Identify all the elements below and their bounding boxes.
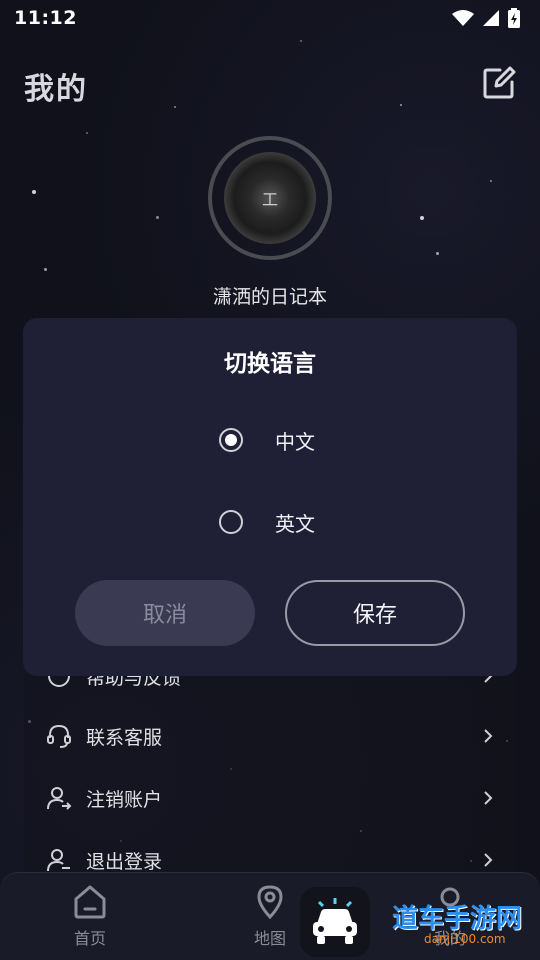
username: 潇洒的日记本 bbox=[212, 286, 327, 308]
menu-item-label: 退出登录 bbox=[86, 850, 163, 873]
dialog-title: 切换语言 bbox=[224, 351, 316, 377]
language-option-english[interactable]: 英文 bbox=[219, 502, 315, 542]
user-logout-icon bbox=[47, 849, 70, 872]
signal-icon bbox=[483, 10, 499, 26]
menu-item-label: 联系客服 bbox=[86, 726, 163, 749]
language-option-label: 英文 bbox=[275, 511, 315, 536]
radio-button-selected[interactable] bbox=[219, 428, 243, 452]
edit-icon bbox=[483, 66, 516, 99]
menu-item-label: 注销账户 bbox=[86, 788, 163, 811]
radio-dot bbox=[225, 434, 237, 446]
car-icon bbox=[313, 898, 357, 944]
nav-item-home[interactable]: 首页 bbox=[50, 883, 130, 949]
menu-item-contact-service[interactable]: 联系客服 bbox=[46, 716, 496, 756]
chevron-right-icon bbox=[484, 853, 493, 867]
home-icon bbox=[74, 885, 106, 919]
cancel-button[interactable]: 取消 bbox=[75, 580, 255, 646]
edit-button[interactable] bbox=[482, 66, 516, 100]
language-dialog: 切换语言 中文 英文 取消 保存 bbox=[23, 318, 517, 676]
user-remove-icon bbox=[47, 787, 72, 810]
watermark-title: 道车手游网 bbox=[392, 904, 523, 934]
page-title: 我的 bbox=[24, 72, 88, 107]
nav-label: 地图 bbox=[253, 929, 286, 948]
language-option-label: 中文 bbox=[275, 429, 315, 454]
nav-item-map[interactable]: 地图 bbox=[230, 883, 310, 949]
save-button[interactable]: 保存 bbox=[285, 580, 465, 646]
avatar: 工 bbox=[224, 152, 316, 244]
status-bar: 11:12 bbox=[0, 0, 540, 36]
chevron-right-icon bbox=[484, 729, 493, 743]
status-icons bbox=[452, 8, 520, 28]
status-time: 11:12 bbox=[14, 7, 77, 29]
chevron-right-icon bbox=[484, 791, 493, 805]
map-pin-icon bbox=[257, 885, 283, 920]
radio-button-unselected[interactable] bbox=[219, 510, 243, 534]
battery-icon bbox=[508, 8, 520, 28]
nav-item-car[interactable] bbox=[300, 887, 370, 957]
avatar-frame[interactable]: 工 bbox=[208, 136, 332, 260]
wifi-icon bbox=[452, 10, 474, 26]
avatar-text: 工 bbox=[261, 190, 278, 209]
language-option-chinese[interactable]: 中文 bbox=[219, 420, 315, 460]
headset-icon bbox=[47, 724, 71, 748]
watermark-url: danji100.com bbox=[424, 932, 506, 946]
menu-item-delete-account[interactable]: 注销账户 bbox=[46, 778, 496, 818]
nav-label: 首页 bbox=[73, 929, 106, 948]
